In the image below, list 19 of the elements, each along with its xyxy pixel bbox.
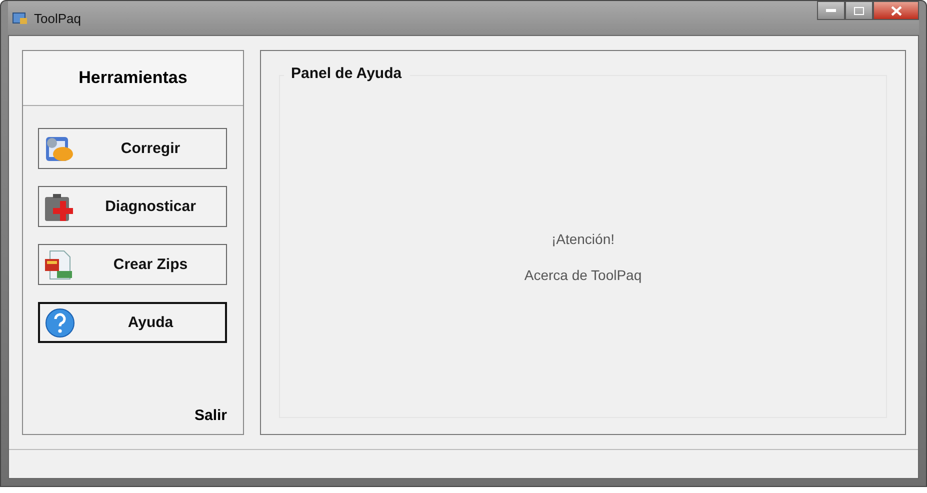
tool-button[interactable]: Corregir — [38, 128, 227, 169]
help-icon — [44, 306, 76, 338]
maximize-icon — [854, 6, 864, 14]
tool-button[interactable]: Crear Zips — [38, 244, 227, 285]
tool-button[interactable]: Diagnosticar — [38, 186, 227, 227]
close-button[interactable] — [873, 1, 919, 20]
window-title: ToolPaq — [34, 10, 81, 26]
help-text: ¡Atención! — [551, 230, 615, 246]
maximize-button[interactable] — [845, 1, 873, 20]
sidebar-title: Herramientas — [78, 68, 188, 88]
help-text: Acerca de ToolPaq — [524, 266, 642, 282]
minimize-icon — [826, 8, 836, 12]
minimize-button[interactable] — [817, 1, 845, 20]
group-title: Panel de Ayuda — [284, 65, 410, 82]
tool-button[interactable]: Ayuda — [38, 302, 227, 343]
zip-file-icon — [43, 248, 75, 280]
exit-link[interactable]: Salir — [194, 407, 227, 424]
close-icon — [890, 6, 902, 16]
app-icon — [12, 10, 28, 26]
